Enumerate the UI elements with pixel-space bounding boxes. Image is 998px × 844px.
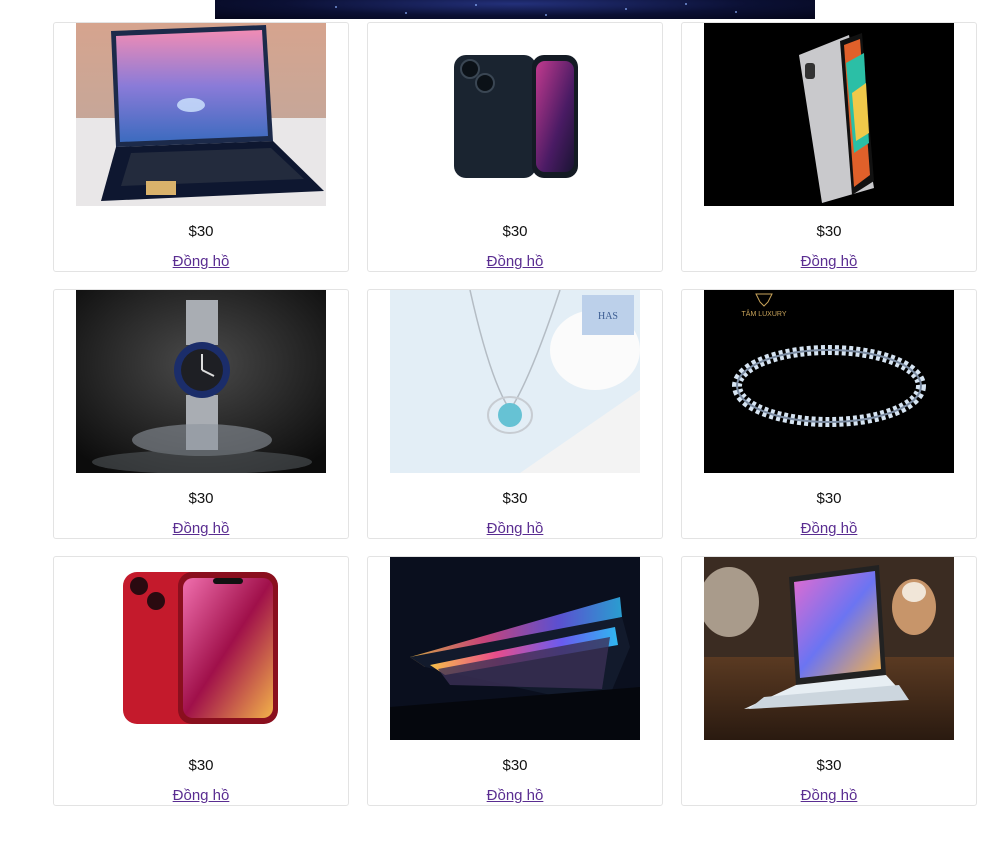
product-price: $30 <box>502 490 528 507</box>
product-price: $30 <box>816 490 842 507</box>
product-price: $30 <box>188 490 214 507</box>
product-card[interactable]: TÂM LUXURY $30 Đồng hồ <box>681 289 977 539</box>
product-image-necklace[interactable]: HAS <box>390 290 640 473</box>
product-price: $30 <box>816 223 842 240</box>
necklace-brand-logo: HAS <box>598 311 618 322</box>
product-name-link[interactable]: Đồng hồ <box>368 787 662 804</box>
product-price: $30 <box>502 757 528 774</box>
product-grid: $30 Đồng hồ $30 Đồng hồ $30 Đồng hồ $30 … <box>53 22 977 806</box>
product-name-link[interactable]: Đồng hồ <box>368 253 662 270</box>
product-card[interactable]: HAS $30 Đồng hồ <box>367 289 663 539</box>
product-price: $30 <box>502 223 528 240</box>
product-card[interactable]: $30 Đồng hồ <box>367 556 663 806</box>
product-card[interactable]: $30 Đồng hồ <box>681 556 977 806</box>
product-card[interactable]: $30 Đồng hồ <box>367 22 663 272</box>
product-image-bracelet[interactable]: TÂM LUXURY <box>704 290 954 473</box>
bracelet-brand-logo: TÂM LUXURY <box>742 309 787 318</box>
product-name-link[interactable]: Đồng hồ <box>682 520 976 537</box>
product-image-iphone[interactable] <box>390 23 640 206</box>
top-banner-image <box>215 0 815 19</box>
product-name-link[interactable]: Đồng hồ <box>54 253 348 270</box>
product-name-link[interactable]: Đồng hồ <box>682 787 976 804</box>
product-name-link[interactable]: Đồng hồ <box>54 520 348 537</box>
product-price: $30 <box>188 223 214 240</box>
product-image-watch[interactable] <box>76 290 326 473</box>
product-price: $30 <box>188 757 214 774</box>
product-image-red-iphone[interactable] <box>76 557 326 740</box>
product-image-ipad-keyboard[interactable] <box>704 557 954 740</box>
product-card[interactable]: $30 Đồng hồ <box>53 22 349 272</box>
product-name-link[interactable]: Đồng hồ <box>54 787 348 804</box>
product-card[interactable]: $30 Đồng hồ <box>681 22 977 272</box>
product-price: $30 <box>816 757 842 774</box>
product-name-link[interactable]: Đồng hồ <box>368 520 662 537</box>
product-card[interactable]: $30 Đồng hồ <box>53 289 349 539</box>
product-image-laptop[interactable] <box>76 23 326 206</box>
product-image-ipad-pro[interactable] <box>704 23 954 206</box>
product-image-macbook[interactable] <box>390 557 640 740</box>
product-name-link[interactable]: Đồng hồ <box>682 253 976 270</box>
product-card[interactable]: $30 Đồng hồ <box>53 556 349 806</box>
